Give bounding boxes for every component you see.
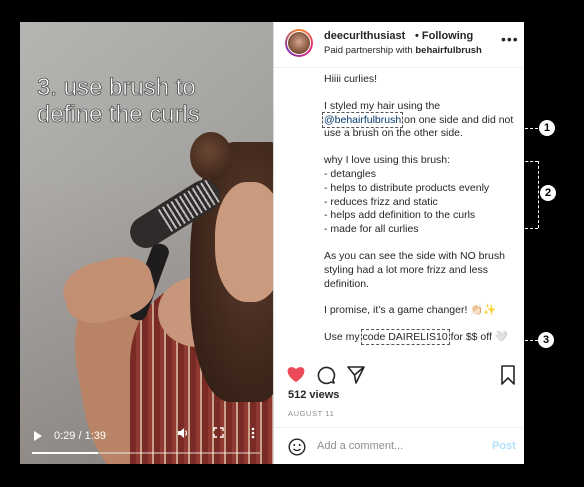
more-options-icon[interactable]: ••• xyxy=(501,31,519,47)
hair-bun xyxy=(190,132,232,180)
video-overlay-text: 3. use brush to define the curls xyxy=(37,74,200,129)
instagram-post-frame: 3. use brush to define the curls 0:29 / … xyxy=(20,22,524,464)
following-label[interactable]: • Following xyxy=(415,30,473,42)
volume-icon[interactable] xyxy=(177,427,189,442)
username-link[interactable]: deecurlthusiast xyxy=(324,30,405,42)
post-header: deecurlthusiast • Following Paid partner… xyxy=(274,22,524,68)
video-time: 0:29 / 1:39 xyxy=(54,430,106,442)
post-comment-button[interactable]: Post xyxy=(492,440,516,452)
heart-icon[interactable] xyxy=(286,365,306,388)
discount-code: code DAIRELIS10 xyxy=(360,329,450,346)
post-date: AUGUST 11 xyxy=(288,409,335,418)
annotation-line-1 xyxy=(490,128,538,129)
fullscreen-icon[interactable] xyxy=(213,427,224,441)
post-caption: Hiiii curlies! I styled my hair using th… xyxy=(321,73,514,346)
partner-link[interactable]: behairfulbrush xyxy=(415,45,482,56)
annotation-bracket-bottom xyxy=(430,228,538,229)
video-progress-bar[interactable] xyxy=(32,452,260,454)
video-controls: 0:29 / 1:39 xyxy=(20,402,273,464)
emoji-icon[interactable] xyxy=(288,438,306,461)
comment-bar: Add a comment... Post xyxy=(274,427,524,465)
view-count[interactable]: 512 views xyxy=(288,389,339,401)
avatar[interactable] xyxy=(285,29,313,57)
annotation-marker-2: 2 xyxy=(540,185,556,201)
comment-icon[interactable] xyxy=(316,365,336,390)
video-progress-fill xyxy=(32,452,99,454)
post-panel: deecurlthusiast • Following Paid partner… xyxy=(273,22,524,464)
video-player[interactable]: 3. use brush to define the curls 0:29 / … xyxy=(20,22,273,464)
share-icon[interactable] xyxy=(346,365,366,390)
annotation-bracket-side xyxy=(538,161,539,228)
annotation-marker-3: 3 xyxy=(538,332,554,348)
play-icon[interactable] xyxy=(34,431,42,441)
annotation-line-3 xyxy=(520,340,538,341)
paid-partnership-label: Paid partnership with behairfulbrush xyxy=(324,45,482,56)
more-vert-icon[interactable] xyxy=(251,427,255,442)
mention-link[interactable]: @behairfulbrush xyxy=(321,111,404,128)
bookmark-icon[interactable] xyxy=(500,365,516,390)
comment-input[interactable]: Add a comment... xyxy=(317,440,403,452)
annotation-bracket-top xyxy=(462,161,538,162)
annotation-marker-1: 1 xyxy=(539,120,555,136)
